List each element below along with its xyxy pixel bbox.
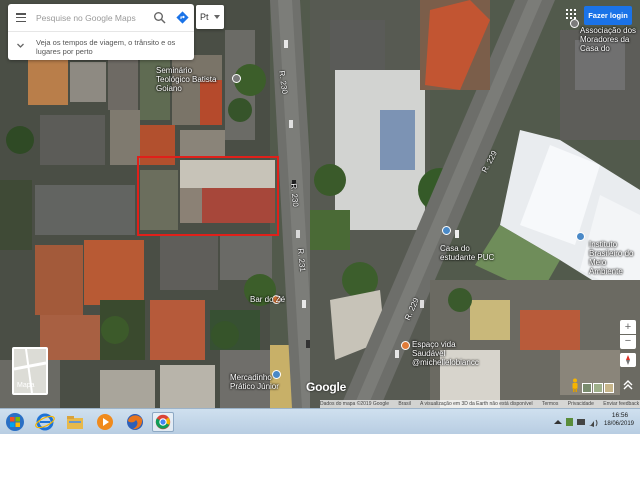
place-label[interactable]: Seminário Teológico Batista Goiano (156, 66, 226, 93)
search-panel: Veja os tempos de viagem, o trânsito e o… (8, 4, 194, 60)
compass-icon[interactable] (620, 353, 636, 367)
copyright-text: Dados do mapa ©2019 Google (320, 401, 390, 407)
place-pin[interactable] (576, 232, 585, 241)
search-icon[interactable] (153, 11, 166, 24)
search-input[interactable] (36, 11, 148, 25)
satellite-map[interactable]: Seminário Teológico Batista Goiano Casa … (0, 0, 640, 408)
satellite-imagery (0, 0, 640, 408)
internet-explorer-icon[interactable] (34, 412, 56, 432)
screen: Seminário Teológico Batista Goiano Casa … (0, 0, 640, 480)
google-logo: Google (306, 380, 347, 394)
place-label[interactable]: Casa do estudante PUC (440, 244, 500, 262)
place-pin[interactable] (570, 19, 579, 28)
zoom-in-button[interactable]: + (620, 320, 636, 334)
imagery-thumbnails[interactable] (582, 380, 618, 393)
suggestion-text: Veja os tempos de viagem, o trânsito e o… (36, 38, 176, 56)
explore-suggestion[interactable]: Veja os tempos de viagem, o trânsito e o… (8, 33, 194, 60)
map-layer-toggle[interactable]: Mapa (12, 347, 48, 395)
empty-area (0, 434, 640, 480)
pegman-icon[interactable] (571, 378, 579, 392)
place-label[interactable]: Associação dos Moradores da Casa do (580, 26, 640, 53)
place-label[interactable]: Bar do Zé (250, 295, 285, 304)
place-pin[interactable] (401, 341, 410, 350)
privacy-link[interactable]: Privacidade (568, 401, 594, 407)
place-label[interactable]: Instituto Brasileiro do Meio Ambiente (589, 240, 640, 276)
signin-button[interactable]: Fazer login (584, 6, 632, 25)
imagery-thumb[interactable] (593, 383, 603, 393)
language-select[interactable]: Pt (196, 5, 224, 29)
system-tray-icons[interactable] (552, 415, 600, 429)
directions-icon[interactable] (176, 11, 189, 24)
zoom-out-button[interactable]: − (620, 335, 636, 349)
place-label[interactable]: Mercadinho Prático Júnior (230, 373, 280, 391)
windows-start-icon[interactable] (4, 412, 26, 432)
street-label: R. 231 (296, 248, 308, 273)
clock-time[interactable]: 16:56 (606, 412, 634, 419)
apps-grid-icon[interactable] (566, 9, 576, 19)
expand-icon[interactable] (622, 379, 634, 391)
imagery-thumb[interactable] (604, 383, 614, 393)
chrome-icon[interactable] (152, 412, 174, 432)
place-pin[interactable] (232, 74, 241, 83)
street-label: R. 230 (289, 183, 301, 208)
terms-link[interactable]: Termos (542, 401, 558, 407)
country-text: Brasil (398, 401, 411, 407)
taskbar (0, 408, 640, 434)
search-row (8, 4, 194, 32)
earth-notice: A visualização em 3D da Earth não está d… (420, 401, 533, 407)
attribution-bar: Dados do mapa ©2019 Google Brasil A visu… (320, 400, 640, 408)
chevron-down-icon (17, 43, 24, 48)
feedback-link[interactable]: Enviar feedback (603, 401, 639, 407)
firefox-icon[interactable] (124, 412, 146, 432)
layer-label: Mapa (17, 382, 35, 389)
imagery-thumb[interactable] (582, 383, 592, 393)
place-pin[interactable] (442, 226, 451, 235)
file-explorer-icon[interactable] (64, 412, 86, 432)
caret-down-icon (214, 15, 220, 19)
language-value: Pt (200, 12, 209, 22)
media-player-icon[interactable] (94, 412, 116, 432)
place-label[interactable]: Espaço vida Saudável @michellelobiancc (412, 340, 482, 367)
menu-icon[interactable] (16, 13, 26, 23)
clock-date[interactable]: 18/06/2019 (602, 421, 636, 427)
